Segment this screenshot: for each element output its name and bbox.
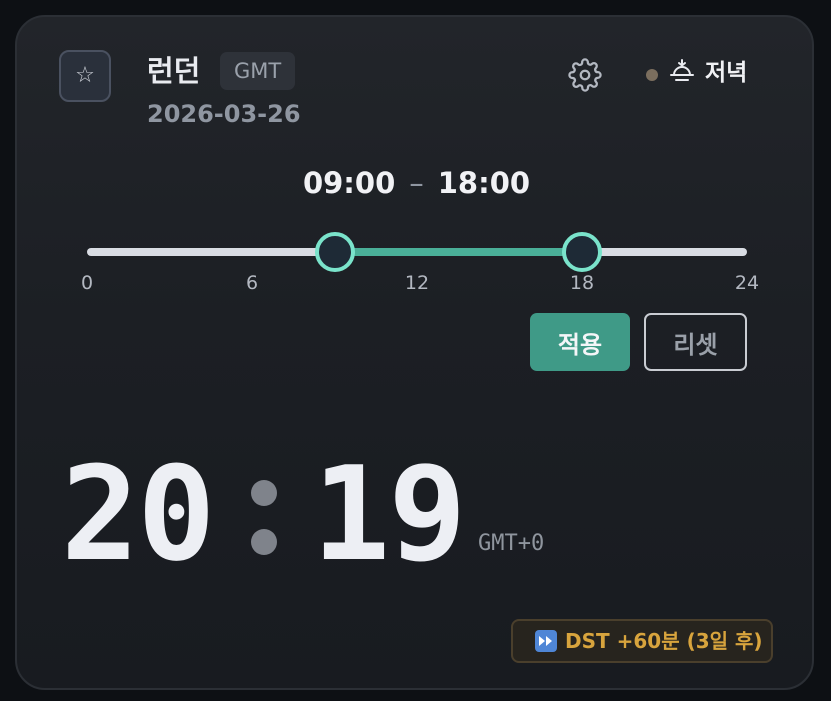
current-date: 2026-03-26 [147, 100, 301, 128]
clock-colon-top [251, 480, 277, 506]
fast-forward-icon [535, 630, 557, 652]
favorite-button[interactable]: ☆ [59, 50, 111, 102]
slider-thumb-end[interactable] [562, 232, 602, 272]
slider-tick-18: 18 [569, 272, 595, 294]
hours-slider-track[interactable] [87, 232, 747, 272]
range-start: 09:00 [302, 166, 396, 200]
star-outline-icon: ☆ [75, 63, 95, 88]
sunset-icon [670, 59, 694, 81]
period-label: 저녁 [705, 60, 748, 86]
dst-notice: DST +60분 (3일 후) [511, 619, 773, 663]
city-name: 런던 [147, 54, 201, 88]
clock-minutes: 19 [312, 438, 467, 590]
reset-button[interactable]: 리셋 [644, 313, 747, 371]
period-indicator-dot [646, 69, 658, 81]
utc-offset: GMT+0 [478, 531, 545, 556]
slider-tick-24: 24 [734, 272, 760, 294]
work-hours-range: 09:00–18:00 [17, 163, 812, 203]
slider-tick-0: 0 [80, 272, 94, 294]
timezone-badge: GMT [220, 52, 296, 90]
clock-colon-bottom [251, 529, 277, 555]
timezone-card: ☆ 런던 GMT 2026-03-26 저녁 09:00–18:00 0 6 12 1… [15, 15, 814, 690]
range-end: 18:00 [437, 166, 531, 200]
dst-text: DST +60분 (3일 후) [565, 629, 763, 653]
slider-tick-12: 12 [404, 272, 430, 294]
gear-icon[interactable] [568, 58, 602, 92]
clock-hours: 20 [61, 438, 216, 590]
apply-button[interactable]: 적용 [530, 313, 630, 371]
range-separator: – [409, 166, 424, 200]
slider-tick-6: 6 [245, 272, 259, 294]
hours-slider-fill [334, 248, 582, 256]
slider-thumb-start[interactable] [314, 232, 355, 272]
